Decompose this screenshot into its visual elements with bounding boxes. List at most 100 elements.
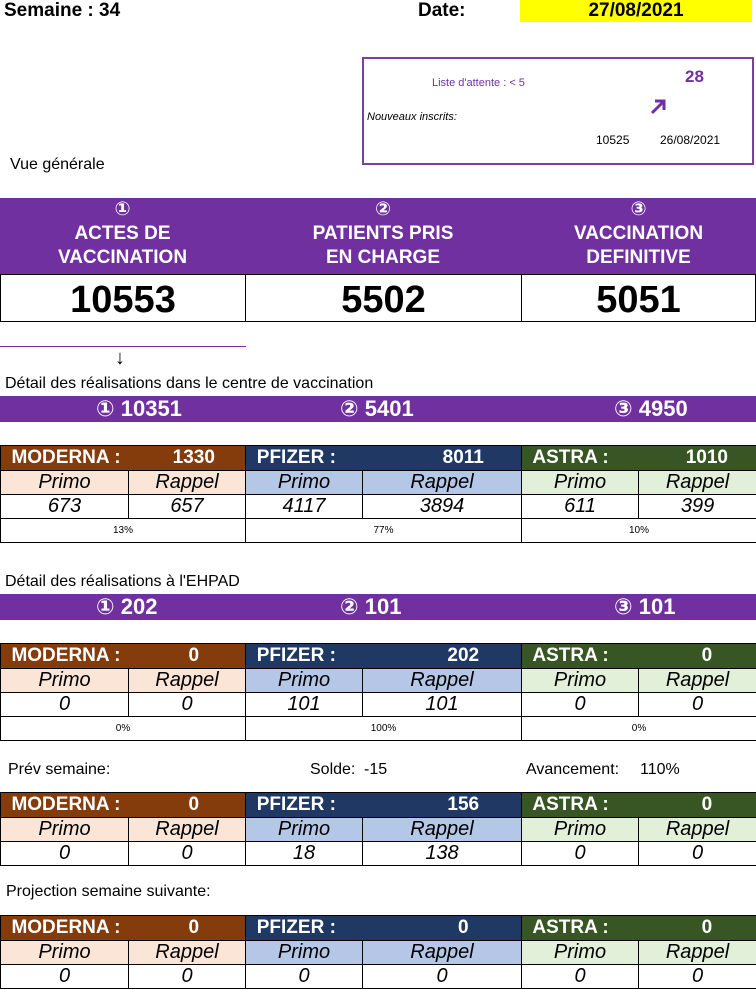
- moderna-header: MODERNA :0: [0, 915, 246, 941]
- pfizer-rappel-value: 138: [362, 841, 522, 866]
- center-summary-band: ① 10351 ② 5401 ③ 4950: [0, 396, 756, 422]
- astra-rappel-value: 0: [637, 692, 756, 717]
- kpi-definitive-line2: DEFINITIVE: [586, 247, 691, 268]
- new-registrants-delta: 28: [685, 67, 704, 86]
- astra-share: 0%: [520, 716, 756, 741]
- kpi-acts-line2: VACCINATION: [57, 247, 188, 268]
- astra-rappel-label: Rappel: [637, 668, 756, 693]
- center-definitive: ③ 4950: [614, 396, 688, 421]
- moderna-rappel-label: Rappel: [128, 817, 246, 842]
- astra-header: ASTRA :0: [520, 643, 756, 669]
- pfizer-primo-label: Primo: [245, 940, 363, 965]
- ehpad-patients: ② 101: [340, 594, 402, 619]
- kpi-patients-line1: PATIENTS PRIS: [312, 223, 454, 244]
- astra-header: ASTRA :0: [520, 792, 756, 818]
- ehpad-acts: ① 202: [96, 594, 158, 619]
- moderna-rappel-value: 657: [127, 494, 247, 519]
- pfizer-rappel-label: Rappel: [362, 668, 522, 693]
- pfizer-header: PFIZER :0: [245, 915, 522, 941]
- astra-share: 10%: [521, 518, 756, 543]
- date-value: 27/08/2021: [520, 0, 752, 22]
- center-title: Détail des réalisations dans le centre d…: [5, 375, 374, 392]
- ehpad-vaccine-table: MODERNA :0 PFIZER :202 ASTRA :0 Primo Ra…: [0, 643, 756, 741]
- kpi-acts-header: ① ACTES DE VACCINATION: [0, 198, 245, 274]
- astra-header: ASTRA :0: [520, 915, 756, 941]
- pfizer-primo-value: 18: [245, 841, 363, 866]
- center-acts: ① 10351: [96, 396, 182, 421]
- astra-primo-value: 0: [521, 841, 639, 866]
- astra-primo-value: 0: [521, 692, 639, 717]
- kpi-definitive-line1: VACCINATION: [573, 223, 704, 244]
- astra-rappel-label: Rappel: [637, 940, 756, 965]
- astra-primo-value: 0: [521, 964, 639, 989]
- projection-vaccine-table: MODERNA :0 PFIZER :0 ASTRA :0 Primo Rapp…: [0, 915, 756, 989]
- moderna-rappel-label: Rappel: [127, 470, 247, 495]
- kpi-patients-line2: EN CHARGE: [325, 247, 440, 268]
- pfizer-primo-label: Primo: [245, 817, 363, 842]
- astra-header: ASTRA :1010: [521, 445, 756, 471]
- moderna-rappel-value: 0: [128, 964, 246, 989]
- new-registrants-label: Nouveaux inscrits:: [367, 111, 457, 123]
- pfizer-rappel-value: 101: [362, 692, 522, 717]
- waitlist-title: Liste d'attente : < 5: [432, 77, 525, 89]
- overview-title: Vue générale: [10, 156, 105, 173]
- moderna-header: MODERNA :0: [0, 792, 246, 818]
- kpi-definitive-value: 5051: [521, 274, 756, 322]
- kpi-definitive-symbol: ③: [630, 199, 647, 220]
- pfizer-header: PFIZER :156: [245, 792, 522, 818]
- pfizer-rappel-value: 3894: [362, 494, 523, 519]
- moderna-share: 0%: [0, 716, 246, 741]
- astra-rappel-value: 399: [638, 494, 756, 519]
- waitlist-total-date: 26/08/2021: [660, 133, 721, 147]
- pfizer-primo-value: 4117: [245, 494, 364, 519]
- pfizer-primo-value: 0: [245, 964, 363, 989]
- kpi-definitive-header: ③ VACCINATION DEFINITIVE: [521, 198, 756, 274]
- moderna-share: 13%: [0, 518, 247, 543]
- progress-value: 110%: [640, 761, 680, 778]
- down-arrow-icon: ↓: [115, 347, 125, 369]
- pfizer-header: PFIZER :8011: [245, 445, 523, 471]
- kpi-patients-value: 5502: [245, 274, 522, 322]
- waitlist-total: 10525: [596, 133, 630, 147]
- astra-primo-value: 611: [521, 494, 640, 519]
- astra-rappel-label: Rappel: [638, 470, 756, 495]
- astra-rappel-value: 0: [637, 841, 756, 866]
- pfizer-share: 77%: [245, 518, 523, 543]
- moderna-rappel-value: 0: [128, 692, 246, 717]
- astra-primo-label: Primo: [521, 817, 639, 842]
- moderna-header: MODERNA :1330: [0, 445, 247, 471]
- pfizer-primo-label: Primo: [245, 668, 363, 693]
- center-patients: ② 5401: [340, 396, 414, 421]
- forecast-vaccine-table: MODERNA :0 PFIZER :156 ASTRA :0 Primo Ra…: [0, 792, 756, 866]
- astra-rappel-label: Rappel: [637, 817, 756, 842]
- moderna-primo-label: Primo: [0, 817, 129, 842]
- kpi-acts-value: 10553: [0, 274, 246, 322]
- moderna-primo-value: 0: [0, 841, 129, 866]
- kpi-patients-header: ② PATIENTS PRIS EN CHARGE: [245, 198, 521, 274]
- kpi-acts-line1: ACTES DE: [74, 223, 171, 244]
- ehpad-summary-band: ① 202 ② 101 ③ 101: [0, 594, 756, 620]
- pfizer-rappel-label: Rappel: [362, 940, 522, 965]
- astra-primo-label: Primo: [521, 470, 640, 495]
- kpi-acts-symbol: ①: [114, 199, 131, 220]
- moderna-primo-label: Primo: [0, 940, 129, 965]
- pfizer-primo-label: Primo: [245, 470, 364, 495]
- moderna-rappel-value: 0: [128, 841, 246, 866]
- pfizer-rappel-value: 0: [362, 964, 522, 989]
- moderna-primo-value: 0: [0, 964, 129, 989]
- moderna-header: MODERNA :0: [0, 643, 246, 669]
- pfizer-rappel-label: Rappel: [362, 817, 522, 842]
- arrow-up-right-icon: [648, 97, 668, 117]
- moderna-rappel-label: Rappel: [128, 668, 246, 693]
- astra-rappel-value: 0: [637, 964, 756, 989]
- moderna-primo-value: 0: [0, 692, 129, 717]
- projection-label: Projection semaine suivante:: [6, 883, 211, 900]
- pfizer-rappel-label: Rappel: [362, 470, 523, 495]
- astra-primo-label: Primo: [521, 668, 639, 693]
- waitlist-card: Liste d'attente : < 5 28 Nouveaux inscri…: [362, 57, 754, 165]
- pfizer-primo-value: 101: [245, 692, 363, 717]
- pfizer-share: 100%: [245, 716, 522, 741]
- solde-label: Solde:: [310, 761, 356, 778]
- pfizer-header: PFIZER :202: [245, 643, 522, 669]
- forecast-label: Prév semaine:: [8, 761, 111, 778]
